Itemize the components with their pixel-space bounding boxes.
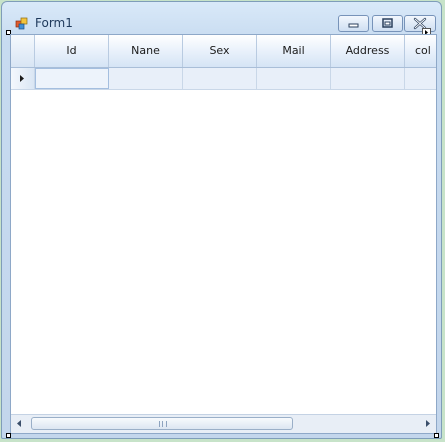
data-grid[interactable]: Id Nane Sex Mail Address col bbox=[10, 34, 437, 434]
table-cell[interactable] bbox=[405, 68, 436, 89]
table-row[interactable] bbox=[11, 68, 436, 90]
grid-header: Id Nane Sex Mail Address col bbox=[11, 35, 436, 68]
close-button[interactable] bbox=[404, 15, 436, 32]
scroll-right-button[interactable] bbox=[419, 415, 436, 432]
header-corner[interactable] bbox=[11, 35, 35, 67]
column-header-id[interactable]: Id bbox=[35, 35, 109, 67]
form-window: Form1 Id Nane Sex Mail Address col bbox=[1, 1, 442, 439]
horizontal-scrollbar[interactable] bbox=[11, 414, 436, 433]
column-header-name[interactable]: Nane bbox=[109, 35, 183, 67]
minimize-icon bbox=[348, 23, 359, 28]
maximize-button[interactable] bbox=[372, 15, 403, 32]
app-icon bbox=[15, 17, 28, 30]
column-header-col[interactable]: col bbox=[405, 35, 436, 67]
column-header-address[interactable]: Address bbox=[331, 35, 405, 67]
selection-handle[interactable] bbox=[6, 433, 11, 438]
scroll-left-button[interactable] bbox=[11, 415, 28, 432]
title-bar[interactable]: Form1 bbox=[2, 2, 441, 32]
window-title: Form1 bbox=[35, 16, 73, 30]
table-cell[interactable] bbox=[183, 68, 257, 89]
arrow-right-icon bbox=[20, 75, 24, 82]
maximize-icon bbox=[382, 18, 393, 28]
scrollbar-thumb[interactable] bbox=[31, 417, 293, 430]
grip-icon bbox=[159, 421, 167, 427]
column-header-mail[interactable]: Mail bbox=[257, 35, 331, 67]
selection-handle[interactable] bbox=[434, 433, 439, 438]
arrow-right-icon bbox=[426, 420, 430, 427]
table-cell[interactable] bbox=[331, 68, 405, 89]
table-cell[interactable] bbox=[109, 68, 183, 89]
table-cell[interactable] bbox=[35, 68, 109, 89]
table-cell[interactable] bbox=[257, 68, 331, 89]
minimize-button[interactable] bbox=[338, 15, 369, 32]
row-header[interactable] bbox=[11, 68, 35, 89]
arrow-left-icon bbox=[17, 420, 21, 427]
column-header-sex[interactable]: Sex bbox=[183, 35, 257, 67]
